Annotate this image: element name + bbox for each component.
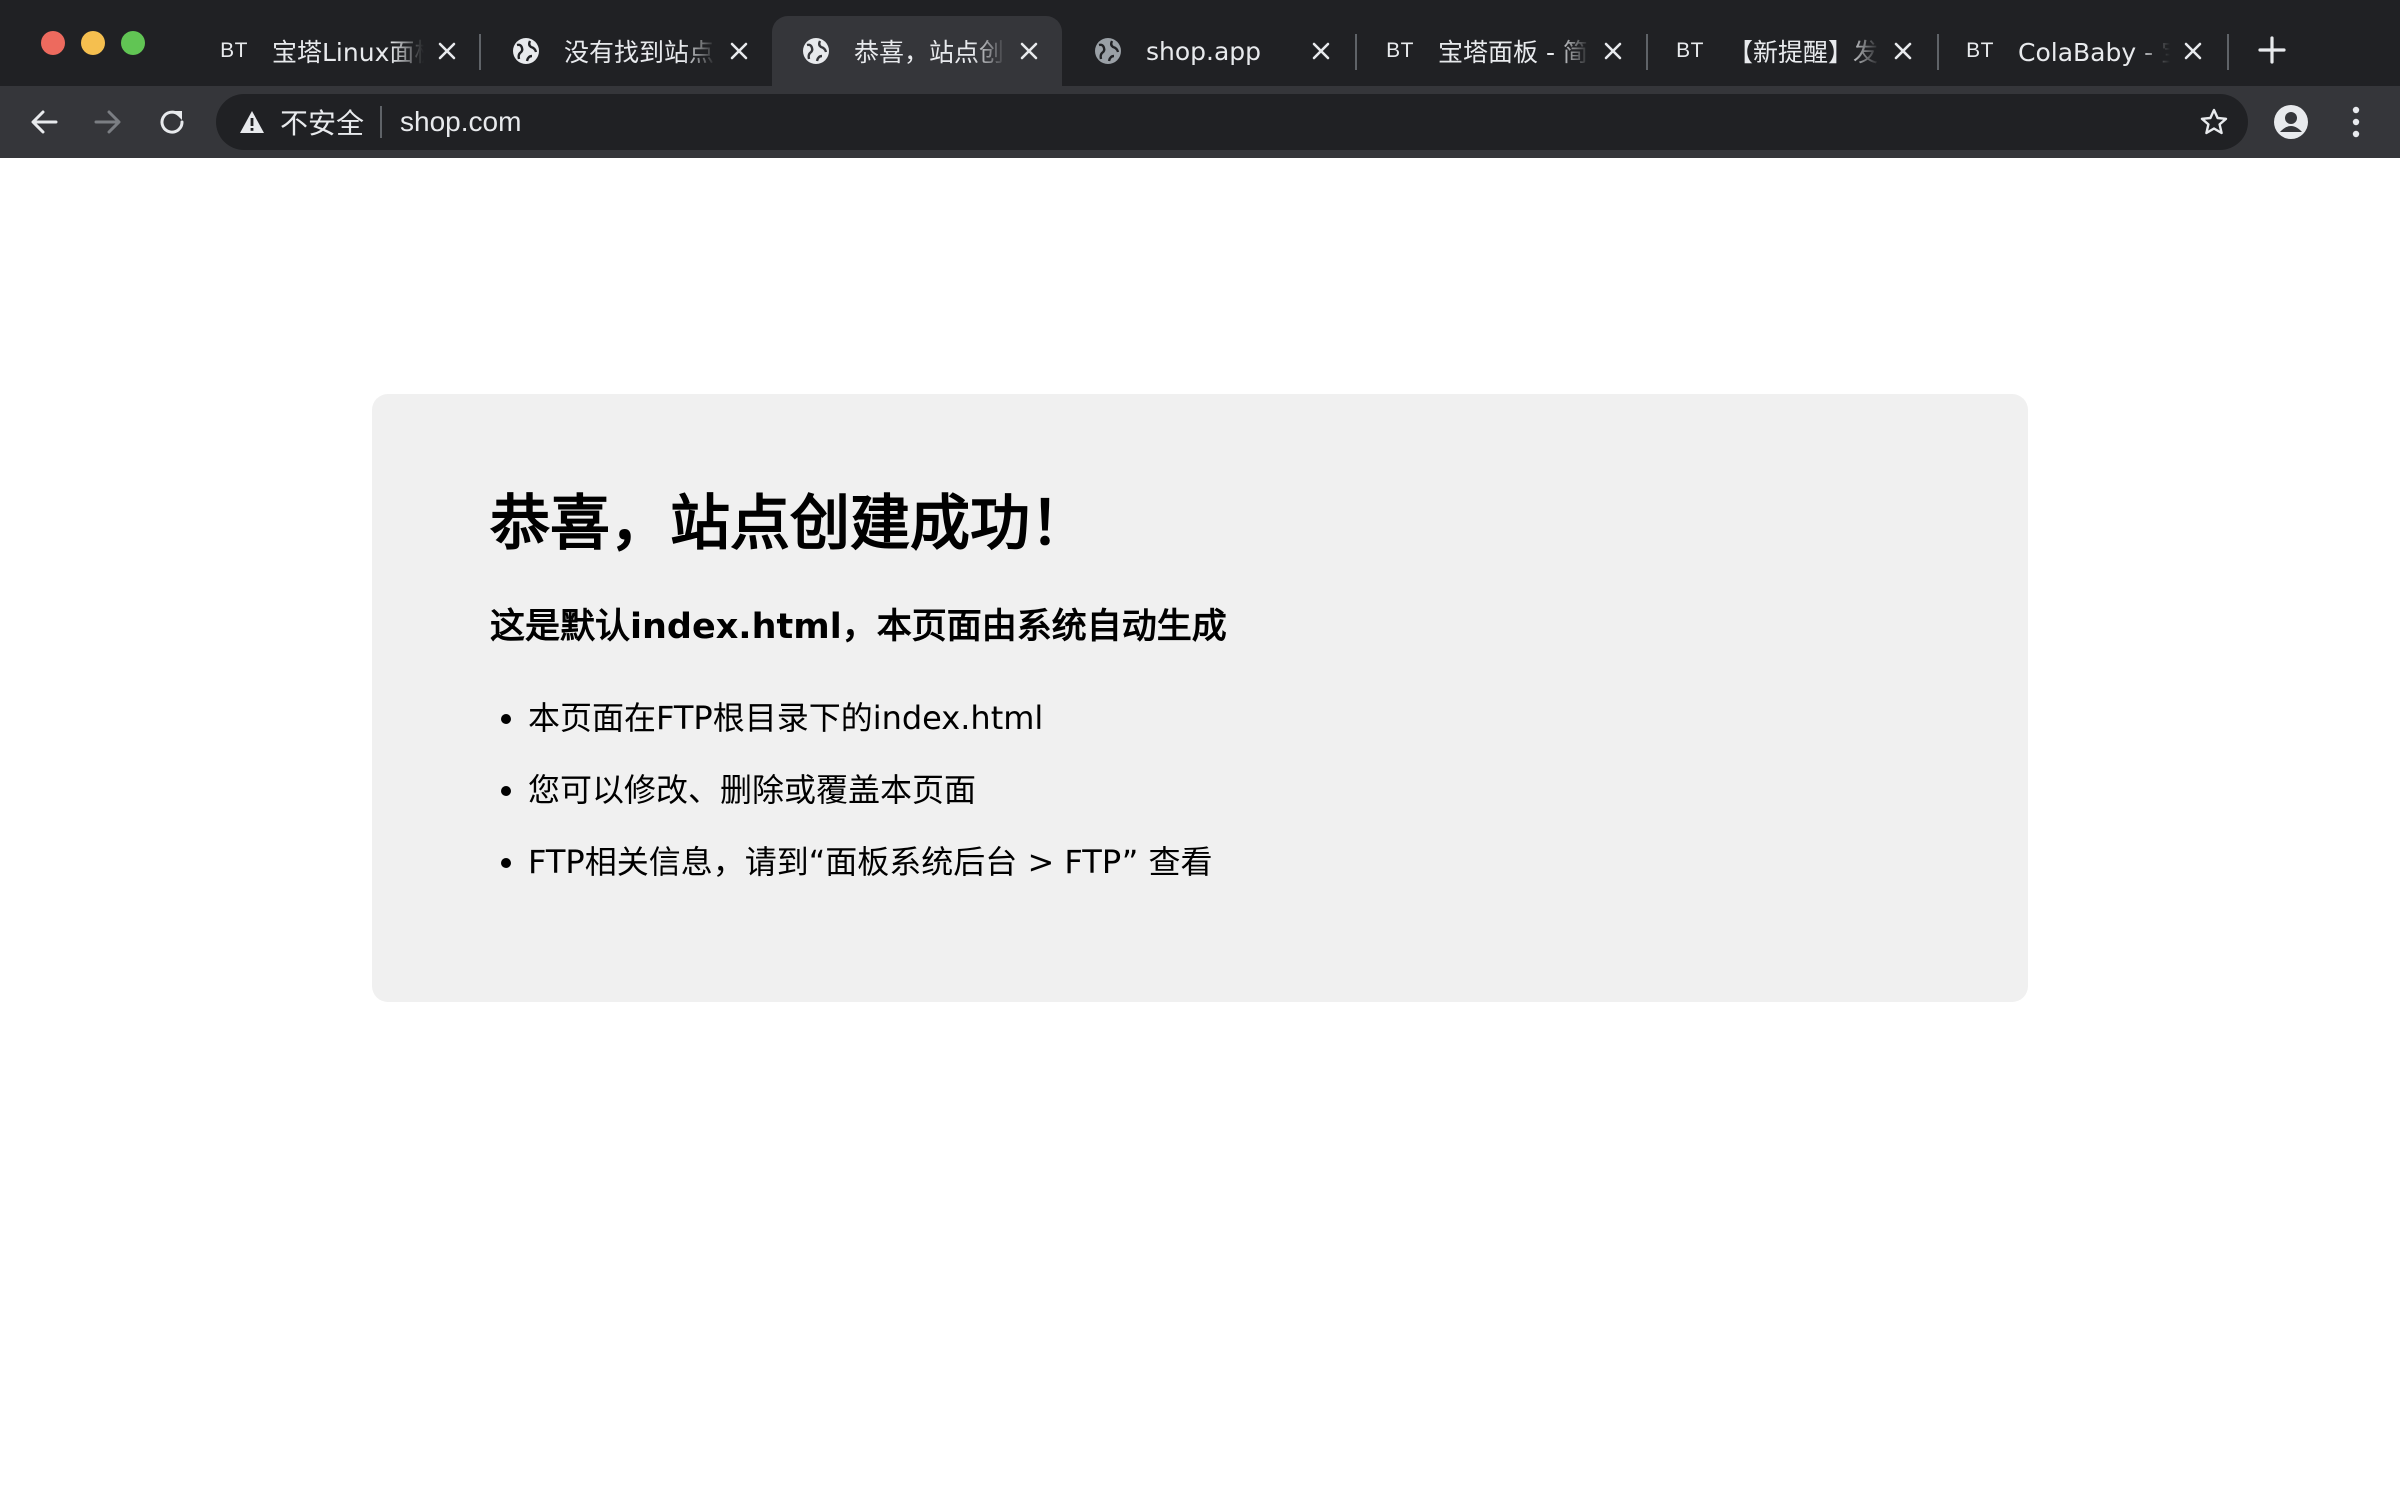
content-card: 恭喜，站点创建成功！ 这是默认index.html，本页面由系统自动生成 本页面… [372, 394, 2028, 1002]
tab-separator [479, 34, 481, 70]
close-icon[interactable] [724, 36, 754, 66]
profile-button[interactable] [2269, 100, 2313, 144]
list-item: 您可以修改、删除或覆盖本页面 [528, 768, 1910, 812]
maximize-window-button[interactable] [121, 31, 145, 55]
arrow-right-icon [94, 110, 121, 134]
kebab-menu-icon [2352, 106, 2360, 138]
tab-title: shop.app [1146, 36, 1262, 66]
tab-shop-app[interactable]: shop.app [1064, 16, 1354, 86]
tab-title: 宝塔Linux面板 [272, 38, 424, 67]
page-viewport: 恭喜，站点创建成功！ 这是默认index.html，本页面由系统自动生成 本页面… [0, 158, 2400, 1492]
page-subtitle: 这是默认index.html，本页面由系统自动生成 [490, 607, 1227, 647]
person-icon [2274, 105, 2308, 139]
new-tab-button[interactable] [2252, 30, 2292, 70]
browser-menu-button[interactable] [2334, 100, 2378, 144]
close-window-button[interactable] [41, 31, 65, 55]
info-list: 本页面在FTP根目录下的index.html 您可以修改、删除或覆盖本页面 FT… [490, 696, 1910, 884]
reload-icon [160, 110, 184, 134]
minimize-window-button[interactable] [81, 31, 105, 55]
bt-icon: BT [1966, 39, 1994, 62]
star-icon[interactable] [2198, 106, 2230, 138]
globe-icon [1092, 35, 1124, 67]
browser-window: BT 宝塔Linux面板 没有找到站点 恭喜，站点创建成功！ [0, 0, 2400, 1492]
bt-icon: BT [1676, 39, 1704, 62]
globe-icon [800, 35, 832, 67]
browser-toolbar: 不安全 [0, 86, 2400, 158]
plus-icon [2258, 36, 2286, 64]
warning-triangle-icon[interactable] [238, 108, 266, 136]
list-item: 本页面在FTP根目录下的index.html [528, 696, 1910, 740]
globe-icon [510, 35, 542, 67]
tab-strip: BT 宝塔Linux面板 没有找到站点 恭喜，站点创建成功！ [0, 0, 2400, 86]
page-title: 恭喜，站点创建成功！ [490, 489, 1090, 559]
tab-title: 【新提醒】发表帖子 [1728, 38, 1880, 67]
url-input[interactable] [400, 106, 2101, 138]
omnibox-divider [380, 106, 383, 138]
security-status-label[interactable]: 不安全 [280, 102, 364, 142]
close-icon[interactable] [432, 36, 462, 66]
reload-button[interactable] [150, 100, 194, 144]
close-icon[interactable] [1888, 36, 1918, 66]
tab-baota-linux-panel[interactable]: BT 宝塔Linux面板 [190, 16, 480, 86]
bt-icon: BT [1386, 39, 1414, 62]
close-icon[interactable] [1598, 36, 1628, 66]
list-item: FTP相关信息，请到“面板系统后台 > FTP” 查看 [528, 840, 1910, 884]
tab-title: 宝塔面板 - 简单好用的Linux/Windows服务器运维管理面板 [1438, 38, 1590, 67]
close-icon[interactable] [1306, 36, 1336, 66]
bt-icon: BT [220, 39, 248, 62]
tab-title: 恭喜，站点创建成功！ [854, 38, 1006, 67]
tab-site-not-found[interactable]: 没有找到站点 [482, 16, 772, 86]
tab-baota-panel-home[interactable]: BT 宝塔面板 - 简单好用的Linux/Windows服务器运维管理面板 [1356, 16, 1646, 86]
forward-button[interactable] [86, 100, 130, 144]
close-icon[interactable] [1014, 36, 1044, 66]
close-icon[interactable] [2178, 36, 2208, 66]
tab-colababy[interactable]: BT ColaBaby - 宝塔 [1936, 16, 2226, 86]
tab-title: 没有找到站点 [564, 38, 715, 67]
address-bar[interactable]: 不安全 [216, 94, 2248, 150]
tab-title: ColaBaby - 宝塔 [2018, 38, 2170, 67]
tab-separator [2227, 34, 2229, 70]
tab-new-reminder-post[interactable]: BT 【新提醒】发表帖子 [1646, 16, 1936, 86]
back-button[interactable] [22, 100, 66, 144]
arrow-left-icon [31, 110, 58, 134]
tab-site-created-success[interactable]: 恭喜，站点创建成功！ [772, 16, 1062, 86]
